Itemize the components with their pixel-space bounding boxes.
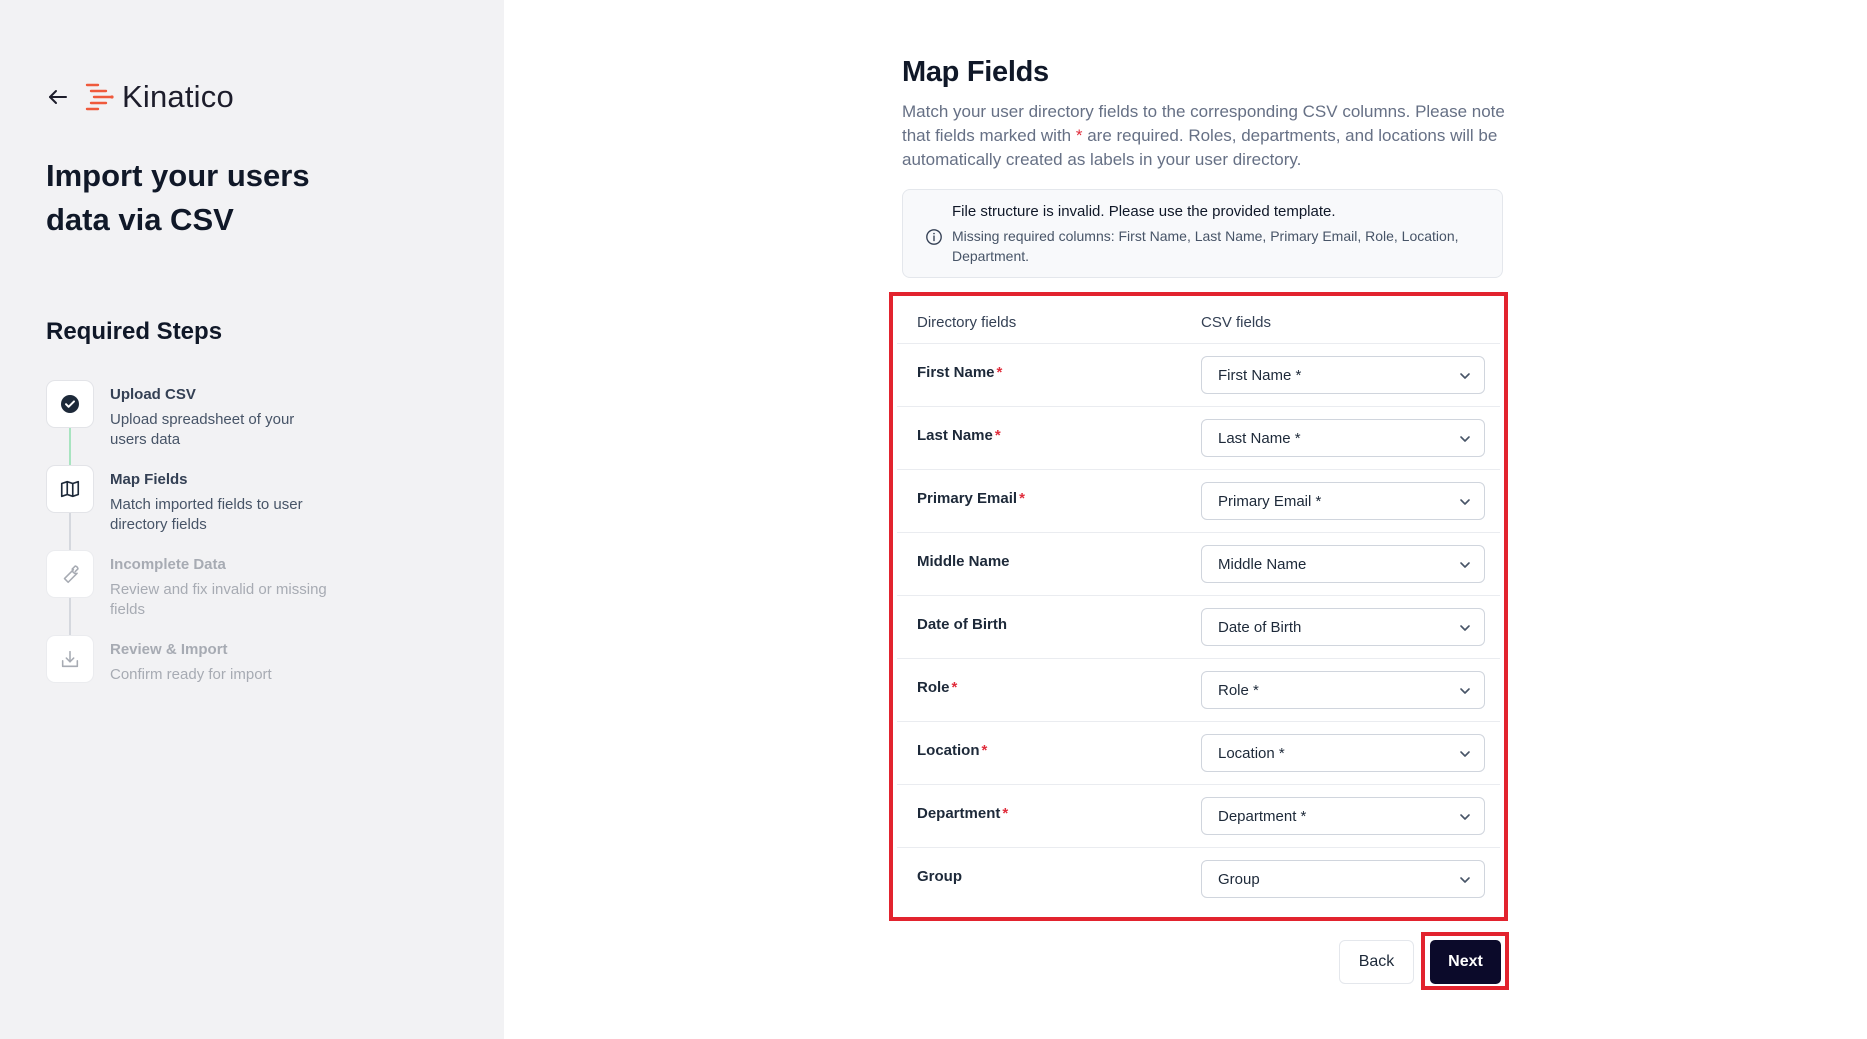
csv-field-select[interactable]: Last Name *: [1201, 419, 1485, 457]
chevron-down-icon: [1460, 688, 1470, 694]
step-title: Upload CSV: [110, 386, 196, 403]
table-row: Department * Department *: [897, 785, 1500, 848]
table-row: Last Name * Last Name *: [897, 407, 1500, 470]
step-icon-box: [46, 635, 94, 683]
chevron-down-icon: [1460, 814, 1470, 820]
directory-field-label: Last Name *: [917, 427, 1001, 444]
csv-field-select[interactable]: Primary Email *: [1201, 482, 1485, 520]
csv-field-select[interactable]: Middle Name: [1201, 545, 1485, 583]
field-label-text: Role: [917, 679, 950, 696]
directory-field-label: Role *: [917, 679, 957, 696]
alert-title: File structure is invalid. Please use th…: [952, 203, 1336, 220]
table-row: Role * Role *: [897, 659, 1500, 722]
map-icon: [60, 480, 80, 498]
required-asterisk: *: [994, 427, 1001, 444]
field-label-text: Department: [917, 805, 1001, 822]
back-button[interactable]: Back: [1339, 940, 1414, 984]
table-row: Primary Email * Primary Email *: [897, 470, 1500, 533]
step-connector: [69, 513, 71, 550]
select-value: Date of Birth: [1218, 619, 1302, 636]
required-asterisk: *: [1019, 490, 1025, 507]
field-mapping-highlight: Directory fields CSV fields First Name * F…: [889, 292, 1508, 921]
check-circle-icon: [61, 395, 79, 413]
step-icon-box: [46, 465, 94, 513]
column-header-directory: Directory fields: [917, 314, 1017, 331]
steps-heading: Required Steps: [46, 318, 223, 345]
field-mapping-table: Directory fields CSV fields First Name * F…: [897, 300, 1500, 913]
table-row: Date of Birth Date of Birth: [897, 596, 1500, 659]
csv-field-select[interactable]: First Name *: [1201, 356, 1485, 394]
kinatico-logo-icon: [85, 83, 114, 111]
step-connector: [69, 598, 71, 635]
select-value: Department *: [1218, 808, 1307, 825]
column-header-csv: CSV fields: [1201, 314, 1272, 331]
directory-field-label: Primary Email *: [917, 490, 1025, 507]
directory-field-label: Group: [917, 868, 964, 885]
step-desc: Review and fix invalid or missing fields: [110, 581, 327, 618]
step-desc: Match imported fields to user directory …: [110, 496, 303, 533]
table-row: Location * Location *: [897, 722, 1500, 785]
step-title: Map Fields: [110, 471, 188, 488]
back-arrow-icon[interactable]: [46, 85, 70, 109]
select-value: Role *: [1218, 682, 1259, 699]
csv-field-select[interactable]: Department *: [1201, 797, 1485, 835]
chevron-down-icon: [1460, 436, 1470, 442]
field-label-text: First Name: [917, 364, 995, 381]
alert-message: Missing required columns: First Name, La…: [952, 228, 1459, 264]
csv-field-select[interactable]: Date of Birth: [1201, 608, 1485, 646]
main-title: Map Fields: [902, 56, 1049, 88]
table-row: First Name * First Name *: [897, 344, 1500, 407]
select-value: Middle Name: [1218, 556, 1307, 573]
required-asterisk: *: [951, 679, 958, 696]
next-button[interactable]: Next: [1430, 940, 1501, 984]
required-asterisk: *: [996, 364, 1003, 381]
directory-field-label: Location *: [917, 742, 987, 759]
directory-field-label: Date of Birth: [917, 616, 1009, 633]
csv-field-select[interactable]: Location *: [1201, 734, 1485, 772]
field-label-text: Last Name: [917, 427, 993, 444]
chevron-down-icon: [1460, 562, 1470, 568]
select-value: Location *: [1218, 745, 1285, 762]
step-connector: [69, 428, 71, 465]
step-icon-box: [46, 550, 94, 598]
table-header: Directory fields CSV fields: [897, 300, 1500, 344]
chevron-down-icon: [1460, 499, 1470, 505]
step-title: Incomplete Data: [110, 556, 226, 573]
field-label-text: Date of Birth: [917, 616, 1007, 633]
select-value: Group: [1218, 871, 1260, 888]
brand-name: Kinatico: [122, 79, 234, 114]
chevron-down-icon: [1460, 877, 1470, 883]
required-asterisk: *: [981, 742, 988, 759]
chevron-down-icon: [1460, 373, 1470, 379]
select-value: Last Name *: [1218, 430, 1301, 447]
directory-field-label: First Name *: [917, 364, 1002, 381]
field-label-text: Middle Name: [917, 553, 1010, 570]
directory-field-label: Middle Name: [917, 553, 1012, 570]
csv-field-select[interactable]: Role *: [1201, 671, 1485, 709]
step-icon-box: [46, 380, 94, 428]
wrench-icon: [63, 565, 79, 584]
step-desc: Confirm ready for import: [110, 666, 272, 683]
select-value: Primary Email *: [1218, 493, 1322, 510]
sidebar: Kinatico Import your users data via CSV …: [0, 0, 504, 1039]
csv-field-select[interactable]: Group: [1201, 860, 1485, 898]
info-icon: [926, 229, 942, 245]
select-value: First Name *: [1218, 367, 1302, 384]
field-label-text: Group: [917, 868, 962, 885]
directory-field-label: Department *: [917, 805, 1008, 822]
required-asterisk: *: [1002, 805, 1009, 822]
field-label-text: Location: [917, 742, 980, 759]
page-heading: Import your users data via CSV: [46, 158, 310, 237]
chevron-down-icon: [1460, 751, 1470, 757]
step-title: Review & Import: [110, 641, 228, 658]
brand-row: Kinatico: [46, 79, 234, 114]
table-row: Group Group: [897, 848, 1500, 911]
step-desc: Upload spreadsheet of your users data: [110, 411, 295, 448]
main-description: Match your user directory fields to the …: [902, 100, 1507, 172]
download-icon: [61, 650, 79, 668]
table-row: Middle Name Middle Name: [897, 533, 1500, 596]
field-label-text: Primary Email: [917, 490, 1018, 507]
error-alert: File structure is invalid. Please use th…: [902, 189, 1503, 278]
chevron-down-icon: [1460, 625, 1470, 631]
